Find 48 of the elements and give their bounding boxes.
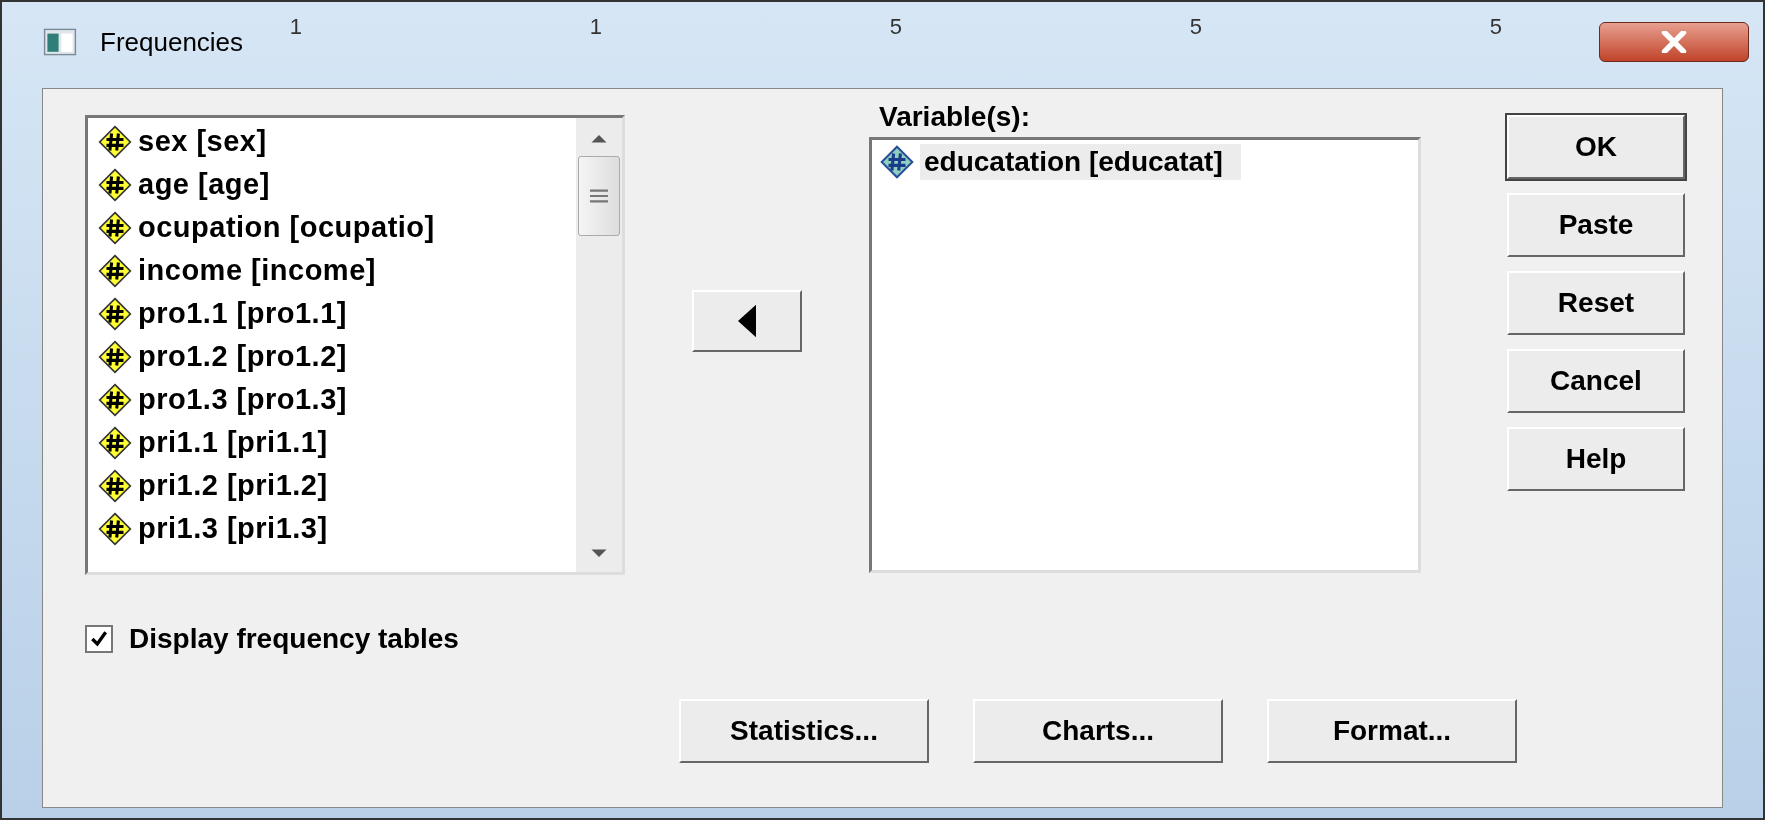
close-button[interactable] (1599, 22, 1749, 62)
scroll-thumb[interactable] (578, 156, 620, 236)
scale-variable-icon (98, 425, 132, 460)
scale-variable-icon (98, 253, 132, 288)
window-icon (42, 28, 78, 56)
check-icon (89, 629, 109, 649)
dialog-button[interactable]: Statistics... (679, 699, 929, 763)
display-frequency-checkbox[interactable]: Display frequency tables (85, 623, 1722, 655)
variable-item[interactable]: age [age] (88, 163, 576, 206)
column-label: 1 (588, 14, 602, 40)
variable-list[interactable]: sex [sex] age [age] ocupation [ocupatio] income [income] pro1.1 [pro1.1] pro1.2 [pro1.2] pro1.3 [pro1.3] pri1.1 [pri1.1] pri1.2 [pri1.2] pri1.3 [pri1.3] (85, 115, 625, 575)
dialog-button[interactable]: Reset (1507, 271, 1685, 335)
scale-variable-icon (98, 210, 132, 245)
variable-item[interactable]: pri1.3 [pri1.3] (88, 507, 576, 550)
scale-variable-icon (98, 167, 132, 202)
variable-item[interactable]: sex [sex] (88, 120, 576, 163)
variables-label: Variable(s): (879, 101, 1031, 133)
dialog-button[interactable]: Cancel (1507, 349, 1685, 413)
variable-item[interactable]: pri1.2 [pri1.2] (88, 464, 576, 507)
dialog-button[interactable]: Format... (1267, 699, 1517, 763)
dialog-button[interactable]: OK (1507, 115, 1685, 179)
window-title: Frequencies (100, 26, 244, 58)
scale-variable-icon (880, 145, 914, 179)
move-button[interactable] (692, 290, 802, 352)
scale-variable-icon (98, 382, 132, 417)
scale-variable-icon (98, 468, 132, 503)
scale-variable-icon (98, 339, 132, 374)
scale-variable-icon (98, 296, 132, 331)
scrollbar[interactable] (576, 118, 622, 572)
scale-variable-icon (98, 124, 132, 159)
dialog-button[interactable]: Charts... (973, 699, 1223, 763)
grip-icon (588, 187, 610, 205)
variable-item[interactable]: pro1.2 [pro1.2] (88, 335, 576, 378)
dialog-button[interactable]: Help (1507, 427, 1685, 491)
column-label: 1 (288, 14, 302, 40)
left-arrow-icon (736, 303, 758, 339)
variable-item[interactable]: pro1.1 [pro1.1] (88, 292, 576, 335)
dialog-button[interactable]: Paste (1507, 193, 1685, 257)
variable-item[interactable]: income [income] (88, 249, 576, 292)
variable-item[interactable]: pri1.1 [pri1.1] (88, 421, 576, 464)
selected-variables-list[interactable]: educatation [educatat] (869, 137, 1421, 573)
column-label: 5 (1488, 14, 1502, 40)
variable-item[interactable]: pro1.3 [pro1.3] (88, 378, 576, 421)
scroll-up-icon (589, 132, 609, 144)
column-label: 5 (1188, 14, 1202, 40)
column-label: 5 (888, 14, 902, 40)
scale-variable-icon (98, 511, 132, 546)
variable-item[interactable]: ocupation [ocupatio] (88, 206, 576, 249)
